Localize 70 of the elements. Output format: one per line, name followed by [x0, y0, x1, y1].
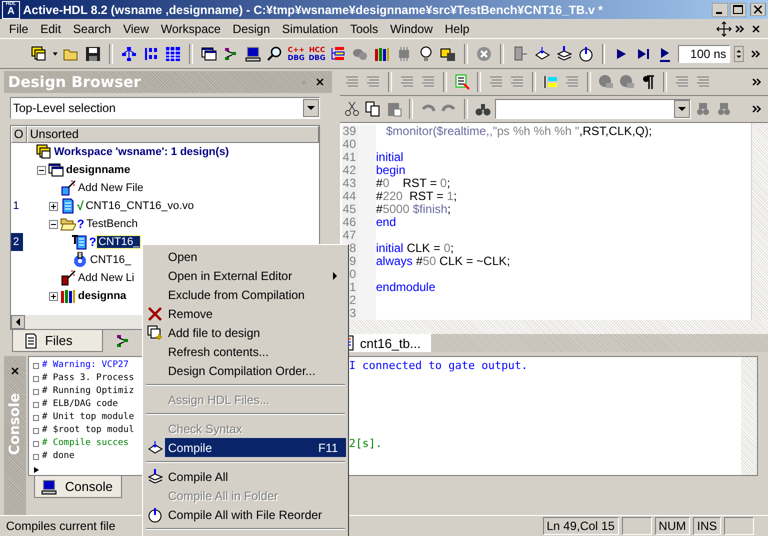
- tree-item[interactable]: Workspace 'wsname': 1 design(s): [53, 146, 230, 158]
- status-pane: INS: [692, 516, 721, 535]
- console-line: # Running Optimiz: [42, 385, 134, 398]
- code-line: begin: [376, 164, 406, 178]
- console-line: # done: [42, 450, 75, 464]
- console-line: I connected to gate output.: [349, 359, 529, 372]
- order-number: 1: [13, 200, 20, 212]
- line-number: 43: [342, 177, 376, 190]
- tree-item[interactable]: TestBench: [85, 218, 139, 230]
- menu-item[interactable]: Window: [385, 22, 440, 36]
- menu-item[interactable]: Simulation: [277, 22, 346, 36]
- console-line: # ELB/DAG code: [42, 398, 118, 412]
- tree-item[interactable]: CNT16_: [89, 254, 132, 266]
- code-line: #5000 $finish;: [376, 203, 451, 216]
- tree-item[interactable]: Add New File: [77, 182, 144, 194]
- line-number: 45: [342, 203, 376, 216]
- menu-item[interactable]: Design Compilation Order...: [165, 361, 346, 380]
- line-number: 46: [342, 216, 376, 230]
- menu-item[interactable]: View: [118, 22, 156, 36]
- menu-item[interactable]: Edit: [35, 22, 68, 36]
- panel-title: Design Browser: [8, 73, 141, 92]
- window-title: Active-HDL 8.2 (wsname ,designname) - C:¥tmp¥wsname¥designname¥src¥TestBench¥CNT16_TB.v *: [23, 2, 603, 17]
- menu-item[interactable]: Compile F11: [165, 438, 346, 457]
- menu-item[interactable]: Search: [68, 22, 118, 36]
- menu-item[interactable]: Help: [440, 22, 476, 36]
- code-line: #0 RST = 0;: [376, 177, 450, 190]
- line-number: 40: [342, 138, 376, 152]
- code-line: end: [376, 216, 396, 230]
- console-line: # Unit top module: [42, 411, 134, 424]
- menu-item[interactable]: Compile All with File Reorder: [165, 505, 346, 524]
- code-line: initial: [376, 151, 404, 164]
- status-mark: √: [77, 199, 84, 214]
- console-tab[interactable]: Console: [34, 476, 122, 498]
- code-line: #220 RST = 1;: [376, 190, 457, 204]
- tree-item[interactable]: CNT16_: [97, 236, 140, 248]
- code-line: initial CLK = 0;: [376, 242, 454, 256]
- status-message: Compiles current file: [6, 518, 116, 533]
- console-line: # Pass 3. Process: [42, 372, 134, 386]
- panel-tab[interactable]: Files: [12, 330, 104, 352]
- tree-item[interactable]: designna: [77, 290, 128, 302]
- line-number: 41: [342, 151, 376, 164]
- order-number: 2: [13, 236, 20, 248]
- code-line: $monitor($realtime,,"ps %h %h %h ",RST,CLK,Q);: [385, 125, 652, 138]
- tree-item[interactable]: CNT16_CNT16_vo.vo: [84, 200, 195, 212]
- console-line: # Warning: VCP27: [42, 359, 129, 372]
- code-line: endmodule: [376, 281, 436, 294]
- column-header[interactable]: Unsorted: [27, 126, 319, 144]
- status-pane: NUM: [654, 516, 690, 535]
- line-number: 44: [342, 190, 376, 204]
- menu-item[interactable]: Workspace: [156, 22, 228, 36]
- line-number: 39: [342, 125, 376, 138]
- line-number: 47: [342, 229, 376, 242]
- menu-item[interactable]: Design: [228, 22, 278, 36]
- time-field[interactable]: 100 ns: [678, 44, 730, 62]
- console-line: 2[s].: [349, 437, 384, 450]
- status-mark: ?: [89, 235, 96, 250]
- console-line: # $root top modul: [42, 424, 134, 438]
- code-line: always #50 CLK = ~CLK;: [376, 255, 510, 268]
- menu-item[interactable]: Tools: [345, 22, 386, 36]
- status-mark: ?: [77, 217, 84, 232]
- column-header[interactable]: O: [11, 126, 27, 144]
- top-level-dropdown[interactable]: Top-Level selection: [10, 97, 320, 120]
- menu-item[interactable]: File: [4, 22, 36, 36]
- panel-title: Console: [7, 393, 23, 456]
- tree-item[interactable]: Add New Li: [77, 272, 136, 284]
- line-number: 42: [342, 164, 376, 178]
- menu-item[interactable]: Compile All: [165, 467, 346, 486]
- console-line: # Compile succes: [42, 437, 129, 450]
- tree-item[interactable]: designname: [65, 164, 132, 176]
- status-pane: Ln 49,Col 15: [542, 516, 619, 535]
